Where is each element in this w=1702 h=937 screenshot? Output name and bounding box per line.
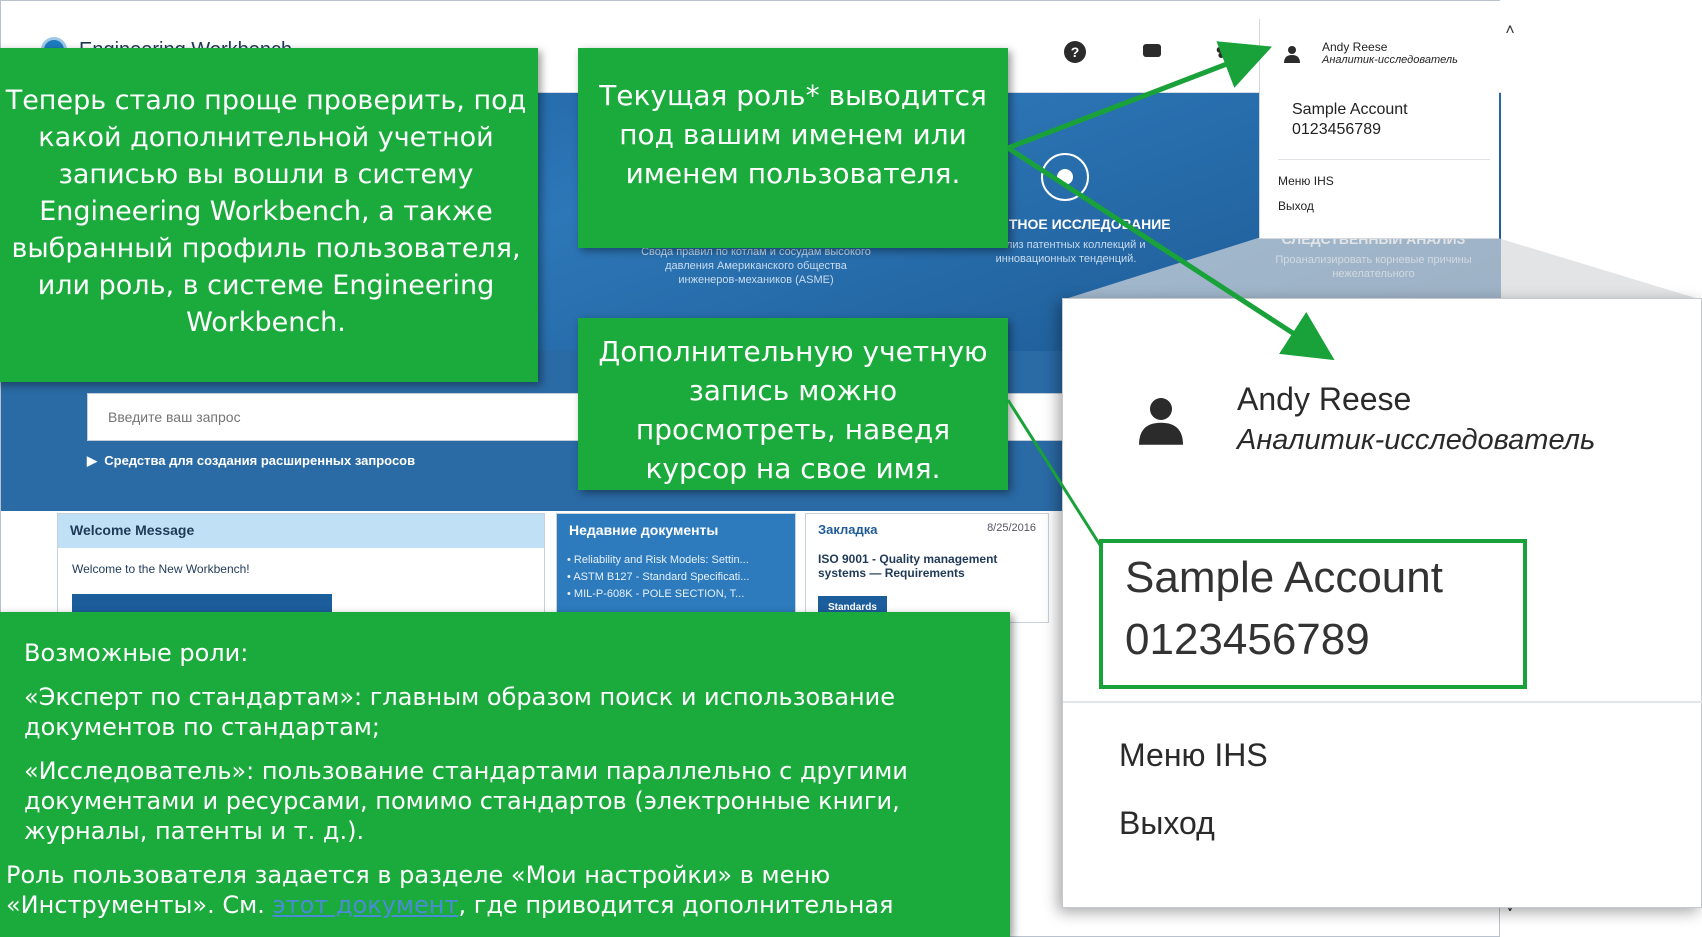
- logout-link[interactable]: Выход: [1278, 199, 1314, 213]
- roles-note: Роль пользователя задается в разделе «Мо…: [6, 860, 990, 920]
- roles-note-tail: , где приводится дополнительная: [458, 891, 894, 919]
- user-role: Аналитик-исследователь: [1322, 54, 1458, 66]
- advanced-query-toggle[interactable]: ▶ Средства для создания расширенных запр…: [87, 453, 415, 469]
- welcome-title: Welcome Message: [58, 514, 544, 548]
- gear-icon[interactable]: ✿: [1213, 41, 1235, 63]
- help-icon[interactable]: ?: [1064, 41, 1086, 63]
- account-name: Sample Account: [1292, 101, 1408, 118]
- callout-overview: Теперь стало проще проверить, под какой …: [0, 48, 538, 382]
- account-highlight-box: Sample Account 0123456789: [1099, 539, 1527, 689]
- recent-doc-item[interactable]: • MIL-P-608K - POLE SECTION, T...: [567, 586, 785, 603]
- zoom-divider: [1063, 701, 1702, 703]
- recent-docs-title: Недавние документы: [557, 514, 795, 548]
- zoom-account-name: Sample Account: [1125, 553, 1443, 602]
- zoom-logout: Выход: [1119, 805, 1215, 841]
- caret-right-icon: ▶: [87, 453, 105, 468]
- doc-link[interactable]: этот документ: [273, 891, 459, 919]
- zoom-user-role: Аналитик-исследователь: [1237, 424, 1596, 456]
- callout-secondary-account: Дополнительную учетную запись можно прос…: [578, 318, 1008, 490]
- dropdown-divider: [1278, 159, 1490, 160]
- role-researcher: «Исследователь»: пользование стандартами…: [24, 757, 908, 845]
- bookmark-doc-link[interactable]: ISO 9001 - Quality management systems — …: [806, 548, 1048, 584]
- chat-icon[interactable]: [1141, 41, 1163, 63]
- user-icon: [1139, 398, 1183, 445]
- user-name[interactable]: Andy Reese: [1322, 40, 1387, 54]
- welcome-text: Welcome to the New Workbench!: [72, 562, 250, 576]
- menu-ihs-link[interactable]: Меню IHS: [1278, 174, 1334, 188]
- scroll-up-arrow-icon[interactable]: ˄: [1500, 22, 1520, 48]
- user-icon: [1284, 46, 1300, 63]
- zoom-menu-ihs: Меню IHS: [1119, 737, 1268, 773]
- zoomed-user-dropdown: Andy Reese Аналитик-исследователь Sample…: [1062, 298, 1702, 908]
- zoom-user-name: Andy Reese: [1237, 381, 1412, 417]
- user-dropdown: Andy Reese Аналитик-исследователь Sample…: [1259, 19, 1499, 239]
- zoom-account-number: 0123456789: [1125, 615, 1370, 664]
- callout-current-role: Текущая роль* выводится под вашим именем…: [578, 48, 1008, 248]
- advanced-query-label: Средства для создания расширенных запрос…: [104, 453, 416, 468]
- module-root-desc: Проанализировать корневые причины нежела…: [1275, 254, 1472, 280]
- bookmark-date: 8/25/2016: [987, 522, 1036, 534]
- recent-doc-item[interactable]: • Reliability and Risk Models: Settin...: [567, 552, 785, 569]
- bookmark-title: Закладка: [818, 522, 878, 537]
- welcome-panel: Welcome Message Welcome to the New Workb…: [57, 513, 545, 624]
- patent-lightbulb-icon: [1041, 153, 1089, 201]
- account-number: 0123456789: [1292, 121, 1381, 138]
- recent-doc-item[interactable]: • ASTM B127 - Standard Specificati...: [567, 569, 785, 586]
- callout-possible-roles: Возможные роли: «Эксперт по стандартам»:…: [0, 612, 1010, 937]
- module-codes-desc: Свода правил по котлам и сосудам высоког…: [641, 246, 871, 286]
- role-standards-expert: «Эксперт по стандартам»: главным образом…: [24, 683, 896, 741]
- roles-title: Возможные роли:: [24, 639, 249, 667]
- bookmark-panel: Закладка 8/25/2016 ISO 9001 - Quality ma…: [805, 513, 1049, 623]
- recent-docs-panel: Недавние документы • Reliability and Ris…: [556, 513, 796, 624]
